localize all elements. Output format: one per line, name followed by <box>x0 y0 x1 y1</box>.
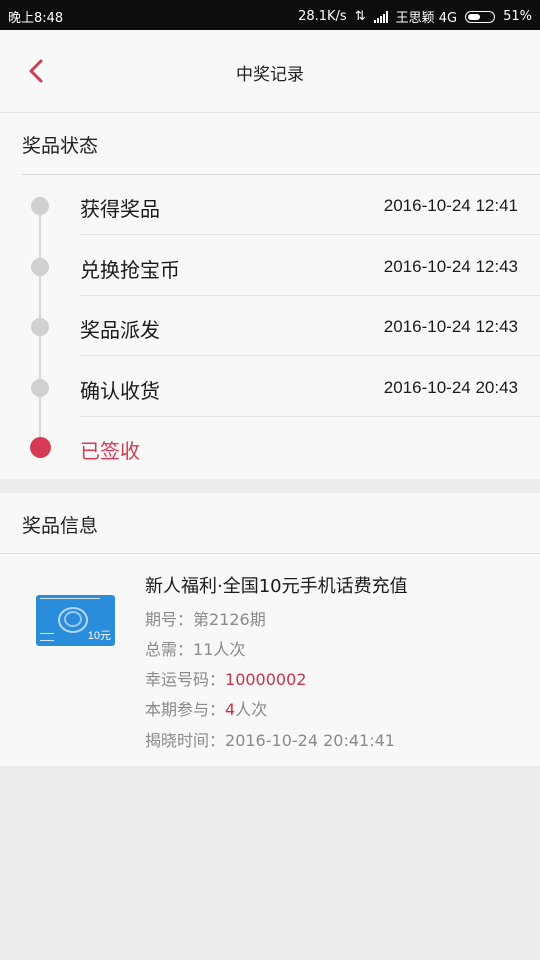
signal-icon <box>373 10 388 23</box>
status-step-label: 确认收货 <box>80 378 160 403</box>
app-header: 中奖记录 <box>0 30 540 113</box>
page-title: 中奖记录 <box>236 65 304 85</box>
battery-icon <box>465 10 496 23</box>
lucky-number-value: 10000002 <box>225 670 307 689</box>
issue-row: 期号：第2126期 <box>145 606 266 630</box>
reveal-time-row: 揭晓时间：2016-10-24 20:41:41 <box>145 727 395 751</box>
prize-info-section: 奖品信息 10元 新人福利·全国10元手机话费充值 期号：第2126期 总需：1… <box>0 493 540 766</box>
total-row: 总需：11人次 <box>145 636 245 660</box>
total-label: 总需： <box>145 640 194 659</box>
total-value: 11人次 <box>193 640 246 659</box>
timeline-dot <box>31 318 49 336</box>
reveal-time-label: 揭晓时间： <box>145 731 226 750</box>
status-step-label: 获得奖品 <box>80 197 160 221</box>
network-speed: 28.1K/s <box>298 9 347 24</box>
status-step-time: 2016-10-24 20:43 <box>383 377 518 397</box>
participation-label: 本期参与： <box>145 700 226 719</box>
timeline-dot <box>31 378 49 397</box>
prize-name[interactable]: 新人福利·全国10元手机话费充值 <box>145 572 408 598</box>
clock: 晚上8:48 <box>8 11 64 26</box>
section-title: 奖品状态 <box>22 135 99 157</box>
status-step: 奖品派发 2016-10-24 12:43 <box>0 296 540 356</box>
timeline-dot <box>31 197 49 215</box>
divider <box>0 553 540 554</box>
lucky-number-row: 幸运号码：10000002 <box>145 666 306 690</box>
reveal-time-value: 2016-10-24 20:41:41 <box>225 731 395 750</box>
card-value: 10元 <box>87 630 111 642</box>
status-step-label: 已签收 <box>80 439 140 463</box>
issue-label: 期号： <box>145 610 194 629</box>
carrier-label: 王思颖 4G <box>395 11 458 26</box>
prize-image[interactable]: 10元 <box>36 595 115 646</box>
timeline-dot-active <box>30 437 51 458</box>
data-transfer-icon: ⇅ <box>354 9 366 24</box>
lucky-number-label: 幸运号码： <box>145 670 226 689</box>
participation-count: 4 <box>225 700 236 719</box>
status-step: 确认收货 2016-10-24 20:43 <box>0 357 540 417</box>
timeline-dot <box>31 257 49 276</box>
status-bar: 晚上8:48 28.1K/s ⇅ 王思颖 4G 51% <box>0 0 540 30</box>
status-step-label: 兑换抢宝币 <box>80 257 180 282</box>
participation-row: 本期参与：4人次 <box>145 696 267 720</box>
status-step-time: 2016-10-24 12:41 <box>383 196 518 215</box>
prize-status-section: 奖品状态 获得奖品 2016-10-24 12:41 兑换抢宝币 2016-10-24… <box>0 113 540 479</box>
status-step-label: 奖品派发 <box>80 318 160 342</box>
section-title: 奖品信息 <box>22 515 99 537</box>
issue-value: 第2126期 <box>193 610 266 629</box>
status-step-time: 2016-10-24 12:43 <box>383 317 518 336</box>
status-step: 兑换抢宝币 2016-10-24 12:43 <box>0 236 540 296</box>
status-icons: 28.1K/s ⇅ 王思颖 4G 51% <box>298 7 532 26</box>
status-step: 已签收 <box>0 417 540 477</box>
status-step: 获得奖品 2016-10-24 12:41 <box>0 175 540 235</box>
participation-unit: 人次 <box>235 700 268 719</box>
status-step-time: 2016-10-24 12:43 <box>383 256 518 276</box>
battery-percent: 51% <box>503 9 532 24</box>
